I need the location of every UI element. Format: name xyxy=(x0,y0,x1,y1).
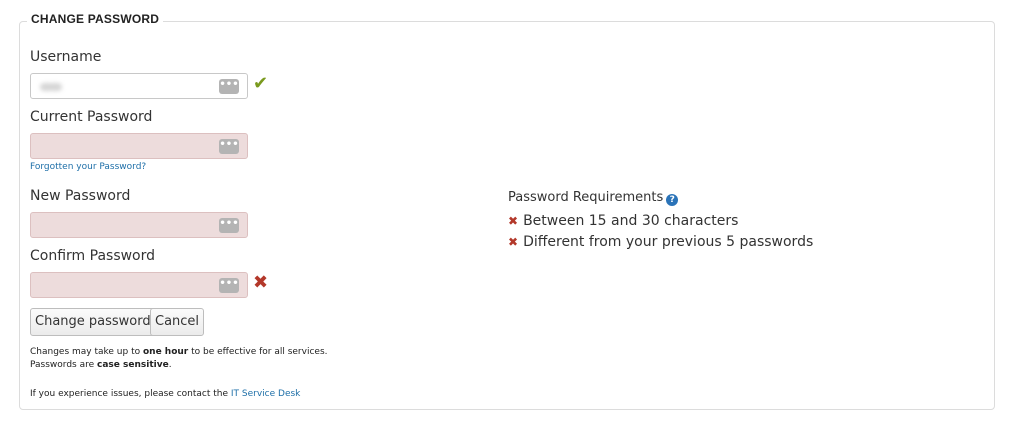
x-icon: ✖ xyxy=(508,214,519,228)
note-case-sensitive: Passwords are case sensitive. xyxy=(30,360,172,370)
note-text: Passwords are xyxy=(30,360,98,370)
username-obscured-value xyxy=(40,83,62,91)
current-password-input[interactable]: ••• xyxy=(30,133,248,159)
x-icon: ✖ xyxy=(253,272,269,293)
requirement-text: Different from your previous 5 passwords xyxy=(523,234,814,250)
cancel-button[interactable]: Cancel xyxy=(150,308,205,336)
username-label: Username xyxy=(30,49,102,65)
checkmark-icon: ✔ xyxy=(253,73,269,94)
note-effective-time: Changes may take up to one hour to be ef… xyxy=(30,347,328,357)
requirements-title-text: Password Requirements xyxy=(508,190,664,205)
note-text: . xyxy=(168,360,172,370)
new-password-input[interactable]: ••• xyxy=(30,212,248,238)
requirement-text: Between 15 and 30 characters xyxy=(523,213,739,229)
note-emphasis: case sensitive xyxy=(97,360,169,370)
forgot-password-link[interactable]: Forgotten your Password? xyxy=(30,162,146,172)
change-password-button[interactable]: Change password xyxy=(30,308,156,336)
service-desk-link[interactable]: IT Service Desk xyxy=(231,389,301,399)
note-text: Changes may take up to xyxy=(30,347,143,357)
note-text: to be effective for all services. xyxy=(188,347,328,357)
question-circle-icon[interactable]: ? xyxy=(666,194,679,206)
ellipsis-icon[interactable]: ••• xyxy=(219,218,239,233)
note-text: If you experience issues, please contact… xyxy=(30,389,231,399)
new-password-label: New Password xyxy=(30,188,131,204)
current-password-label: Current Password xyxy=(30,109,153,125)
username-input[interactable]: ••• xyxy=(30,73,248,99)
note-contact: If you experience issues, please contact… xyxy=(30,389,300,399)
note-emphasis: one hour xyxy=(142,347,189,357)
ellipsis-icon[interactable]: ••• xyxy=(219,278,239,293)
ellipsis-icon[interactable]: ••• xyxy=(219,139,239,154)
x-icon: ✖ xyxy=(508,235,519,249)
requirement-item: ✖ Different from your previous 5 password… xyxy=(508,234,813,250)
confirm-password-input[interactable]: ••• xyxy=(30,272,248,298)
ellipsis-icon[interactable]: ••• xyxy=(219,79,239,94)
password-requirements-title: Password Requirements? xyxy=(508,190,679,206)
confirm-password-label: Confirm Password xyxy=(30,248,156,264)
requirement-item: ✖ Between 15 and 30 characters xyxy=(508,213,738,229)
section-title: CHANGE PASSWORD xyxy=(27,12,164,26)
